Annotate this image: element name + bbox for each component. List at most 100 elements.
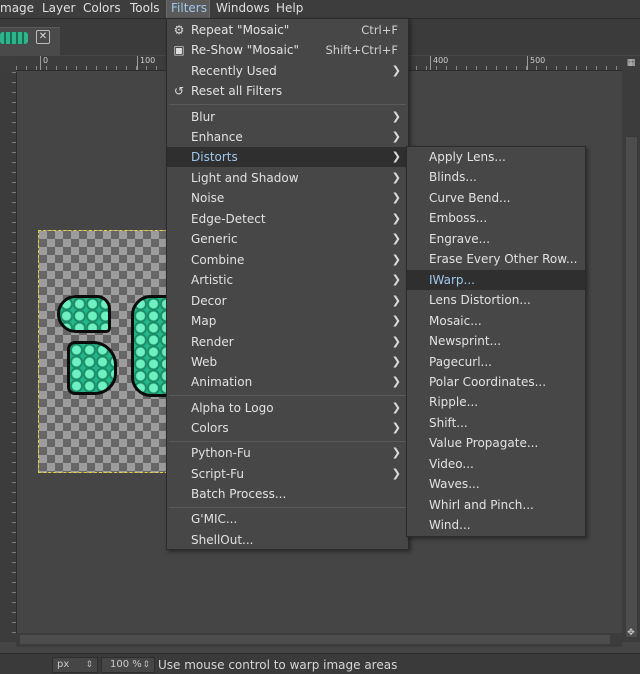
submenu-item-blinds[interactable]: Blinds...: [407, 167, 585, 187]
menu-item-shellout[interactable]: ShellOut...: [167, 530, 408, 550]
submenu-item-wind[interactable]: Wind...: [407, 515, 585, 535]
menu-item-batch-process[interactable]: Batch Process...: [167, 484, 408, 504]
menu-item-generic[interactable]: Generic ❯: [167, 229, 408, 249]
menu-item-noise[interactable]: Noise ❯: [167, 188, 408, 208]
chevron-right-icon: ❯: [391, 421, 401, 434]
menu-item-light-and-shadow[interactable]: Light and Shadow ❯: [167, 168, 408, 188]
menu-tools[interactable]: Tools: [126, 0, 164, 18]
menu-item-combine[interactable]: Combine ❯: [167, 250, 408, 270]
submenu-item-newsprint[interactable]: Newsprint...: [407, 331, 585, 351]
chevron-right-icon: ❯: [391, 150, 401, 163]
menu-item-repeat-filter[interactable]: ⚙ Repeat "Mosaic" Ctrl+F: [167, 20, 408, 40]
chevron-right-icon: ❯: [391, 446, 401, 459]
menu-separator: [169, 441, 406, 442]
submenu-item-emboss[interactable]: Emboss...: [407, 208, 585, 228]
chevron-right-icon: ❯: [391, 401, 401, 414]
chevron-right-icon: ❯: [391, 467, 401, 480]
repeat-filter-icon: ⚙: [173, 23, 185, 37]
chevron-right-icon: ❯: [391, 335, 401, 348]
chevron-right-icon: ❯: [391, 212, 401, 225]
submenu-item-curve-bend[interactable]: Curve Bend...: [407, 188, 585, 208]
menu-item-distorts[interactable]: Distorts ❯: [167, 147, 408, 167]
chevron-right-icon: ❯: [391, 355, 401, 368]
menu-help[interactable]: Help: [272, 0, 307, 18]
menu-item-colors[interactable]: Colors ❯: [167, 418, 408, 438]
horizontal-scroll-thumb[interactable]: [20, 635, 610, 644]
submenu-item-video[interactable]: Video...: [407, 454, 585, 474]
image-canvas[interactable]: [38, 230, 168, 473]
submenu-item-whirl-and-pinch[interactable]: Whirl and Pinch...: [407, 495, 585, 515]
submenu-item-waves[interactable]: Waves...: [407, 474, 585, 494]
ruler-corner[interactable]: [0, 56, 16, 72]
close-icon[interactable]: ✕: [36, 30, 50, 44]
menu-colors[interactable]: Colors: [79, 0, 125, 18]
menu-item-reshow-filter[interactable]: ▣ Re-Show "Mosaic" Shift+Ctrl+F: [167, 40, 408, 60]
unit-value: px: [57, 659, 70, 670]
menu-bar: mage Layer Colors Tools Filters Windows …: [0, 0, 640, 19]
menu-layer[interactable]: Layer: [38, 0, 79, 18]
menu-item-artistic[interactable]: Artistic ❯: [167, 270, 408, 290]
chevron-updown-icon: ⇕: [85, 660, 93, 670]
vertical-scrollbar[interactable]: ▦ ✥: [622, 56, 640, 642]
submenu-item-erase-every-other-row[interactable]: Erase Every Other Row...: [407, 249, 585, 269]
menu-windows[interactable]: Windows: [212, 0, 274, 18]
vertical-scroll-thumb[interactable]: [625, 136, 638, 638]
menu-item-render[interactable]: Render ❯: [167, 332, 408, 352]
chevron-right-icon: ❯: [391, 171, 401, 184]
chevron-right-icon: ❯: [391, 273, 401, 286]
chevron-updown-icon: ⇕: [142, 660, 150, 670]
menu-item-web[interactable]: Web ❯: [167, 352, 408, 372]
image-thumbnail: [0, 32, 28, 44]
menu-item-edge-detect[interactable]: Edge-Detect ❯: [167, 209, 408, 229]
glyph-t: [131, 295, 167, 397]
reshow-filter-icon: ▣: [173, 43, 185, 57]
menu-separator: [169, 395, 406, 396]
navigate-cross-icon[interactable]: ✥: [624, 626, 638, 640]
chevron-right-icon: ❯: [391, 253, 401, 266]
distorts-submenu: Apply Lens... Blinds... Curve Bend... Em…: [406, 146, 586, 537]
menu-separator: [169, 507, 406, 508]
reset-icon: ↺: [173, 84, 185, 98]
horizontal-scrollbar[interactable]: [16, 633, 622, 647]
menu-item-recently-used[interactable]: Recently Used ❯: [167, 61, 408, 81]
menu-item-decor[interactable]: Decor ❯: [167, 291, 408, 311]
menu-item-alpha-to-logo[interactable]: Alpha to Logo ❯: [167, 398, 408, 418]
submenu-item-lens-distortion[interactable]: Lens Distortion...: [407, 290, 585, 310]
zoom-select[interactable]: 100 % ⇕: [101, 657, 155, 673]
chevron-right-icon: ❯: [391, 64, 401, 77]
submenu-item-engrave[interactable]: Engrave...: [407, 229, 585, 249]
menu-item-animation[interactable]: Animation ❯: [167, 372, 408, 392]
status-bar: px ⇕ 100 % ⇕ Use mouse control to warp i…: [0, 653, 640, 674]
menu-item-script-fu[interactable]: Script-Fu ❯: [167, 464, 408, 484]
submenu-item-mosaic[interactable]: Mosaic...: [407, 311, 585, 331]
submenu-item-polar-coordinates[interactable]: Polar Coordinates...: [407, 372, 585, 392]
submenu-item-shift[interactable]: Shift...: [407, 413, 585, 433]
menu-item-gmic[interactable]: G'MIC...: [167, 509, 408, 529]
chevron-right-icon: ❯: [391, 294, 401, 307]
menu-item-map[interactable]: Map ❯: [167, 311, 408, 331]
menu-filters[interactable]: Filters: [166, 0, 210, 19]
chevron-right-icon: ❯: [391, 130, 401, 143]
menu-item-python-fu[interactable]: Python-Fu ❯: [167, 443, 408, 463]
ruler-tick: 400: [430, 56, 448, 70]
menu-separator: [169, 104, 406, 105]
ruler-tick: 500: [527, 56, 545, 70]
navigate-icon[interactable]: ▦: [624, 56, 638, 70]
submenu-item-apply-lens[interactable]: Apply Lens...: [407, 147, 585, 167]
submenu-item-iwarp[interactable]: IWarp...: [407, 270, 585, 290]
submenu-item-ripple[interactable]: Ripple...: [407, 392, 585, 412]
submenu-item-pagecurl[interactable]: Pagecurl...: [407, 352, 585, 372]
menu-item-enhance[interactable]: Enhance ❯: [167, 127, 408, 147]
glyph-s-bottom: [67, 341, 117, 395]
glyph-s-top: [57, 295, 111, 333]
ruler-tick: 0: [40, 56, 48, 70]
submenu-item-value-propagate[interactable]: Value Propagate...: [407, 433, 585, 453]
menu-image[interactable]: mage: [0, 0, 38, 18]
zoom-value: 100 %: [110, 659, 142, 670]
unit-select[interactable]: px ⇕: [52, 657, 98, 673]
vertical-ruler[interactable]: [0, 72, 17, 642]
chevron-right-icon: ❯: [391, 232, 401, 245]
menu-item-reset-filters[interactable]: ↺ Reset all Filters: [167, 81, 408, 101]
menu-item-blur[interactable]: Blur ❯: [167, 107, 408, 127]
ruler-tick: 100: [137, 56, 155, 70]
